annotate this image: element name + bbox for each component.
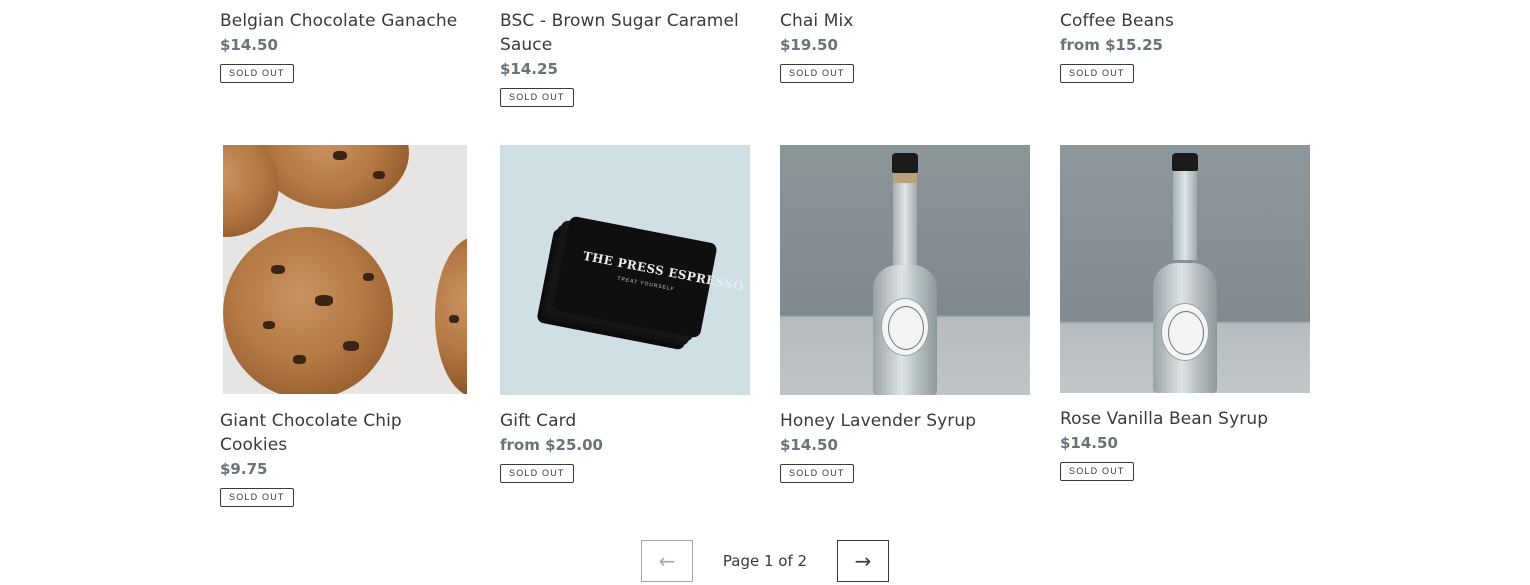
product-card[interactable]: BSC - Brown Sugar Caramel Sauce $14.25 S… [500, 9, 750, 107]
product-title[interactable]: Chai Mix [780, 9, 1030, 33]
product-card[interactable]: THE PRESS ESPRESSO TREAT YOURSELF Gift C… [500, 145, 750, 483]
syrup-bottle-photo[interactable] [780, 145, 1030, 395]
product-card[interactable]: Giant Chocolate Chip Cookies $9.75 Sold … [220, 145, 470, 507]
sold-out-badge: Sold out [780, 464, 854, 483]
pagination-label: Page 1 of 2 [722, 552, 808, 570]
sold-out-badge: Sold out [1060, 64, 1134, 83]
product-title[interactable]: Giant Chocolate Chip Cookies [220, 409, 470, 457]
cookies-photo[interactable] [223, 145, 467, 394]
syrup-bottle-photo[interactable] [1060, 145, 1310, 393]
sold-out-badge: Sold out [500, 464, 574, 483]
previous-page-button[interactable]: ← [641, 540, 693, 582]
product-card[interactable]: Coffee Beans from $15.25 Sold out [1060, 9, 1310, 83]
product-price: $14.50 [220, 36, 278, 54]
product-price: $14.50 [1060, 434, 1118, 452]
product-title[interactable]: BSC - Brown Sugar Caramel Sauce [500, 9, 740, 57]
product-price: $9.75 [220, 460, 268, 478]
product-title[interactable]: Honey Lavender Syrup [780, 409, 1030, 433]
product-card[interactable]: Rose Vanilla Bean Syrup $14.50 Sold out [1060, 145, 1310, 481]
product-card[interactable]: Honey Lavender Syrup $14.50 Sold out [780, 145, 1030, 483]
sold-out-badge: Sold out [780, 64, 854, 83]
product-title[interactable]: Rose Vanilla Bean Syrup [1060, 407, 1310, 431]
next-page-button[interactable]: → [837, 540, 889, 582]
product-price: $19.50 [780, 36, 838, 54]
sold-out-badge: Sold out [500, 88, 574, 107]
product-price: from $25.00 [500, 436, 603, 454]
product-price: $14.25 [500, 60, 558, 78]
arrow-left-icon: ← [658, 549, 676, 573]
product-title[interactable]: Belgian Chocolate Ganache [220, 9, 470, 33]
gift-card-photo[interactable]: THE PRESS ESPRESSO TREAT YOURSELF [500, 145, 750, 395]
product-price: $14.50 [780, 436, 838, 454]
product-title[interactable]: Gift Card [500, 409, 750, 433]
sold-out-badge: Sold out [1060, 462, 1134, 481]
sold-out-badge: Sold out [220, 488, 294, 507]
product-card[interactable]: Chai Mix $19.50 Sold out [780, 9, 1030, 83]
product-title[interactable]: Coffee Beans [1060, 9, 1310, 33]
product-card[interactable]: Belgian Chocolate Ganache $14.50 Sold ou… [220, 9, 470, 83]
arrow-right-icon: → [854, 549, 872, 573]
sold-out-badge: Sold out [220, 64, 294, 83]
product-price: from $15.25 [1060, 36, 1163, 54]
